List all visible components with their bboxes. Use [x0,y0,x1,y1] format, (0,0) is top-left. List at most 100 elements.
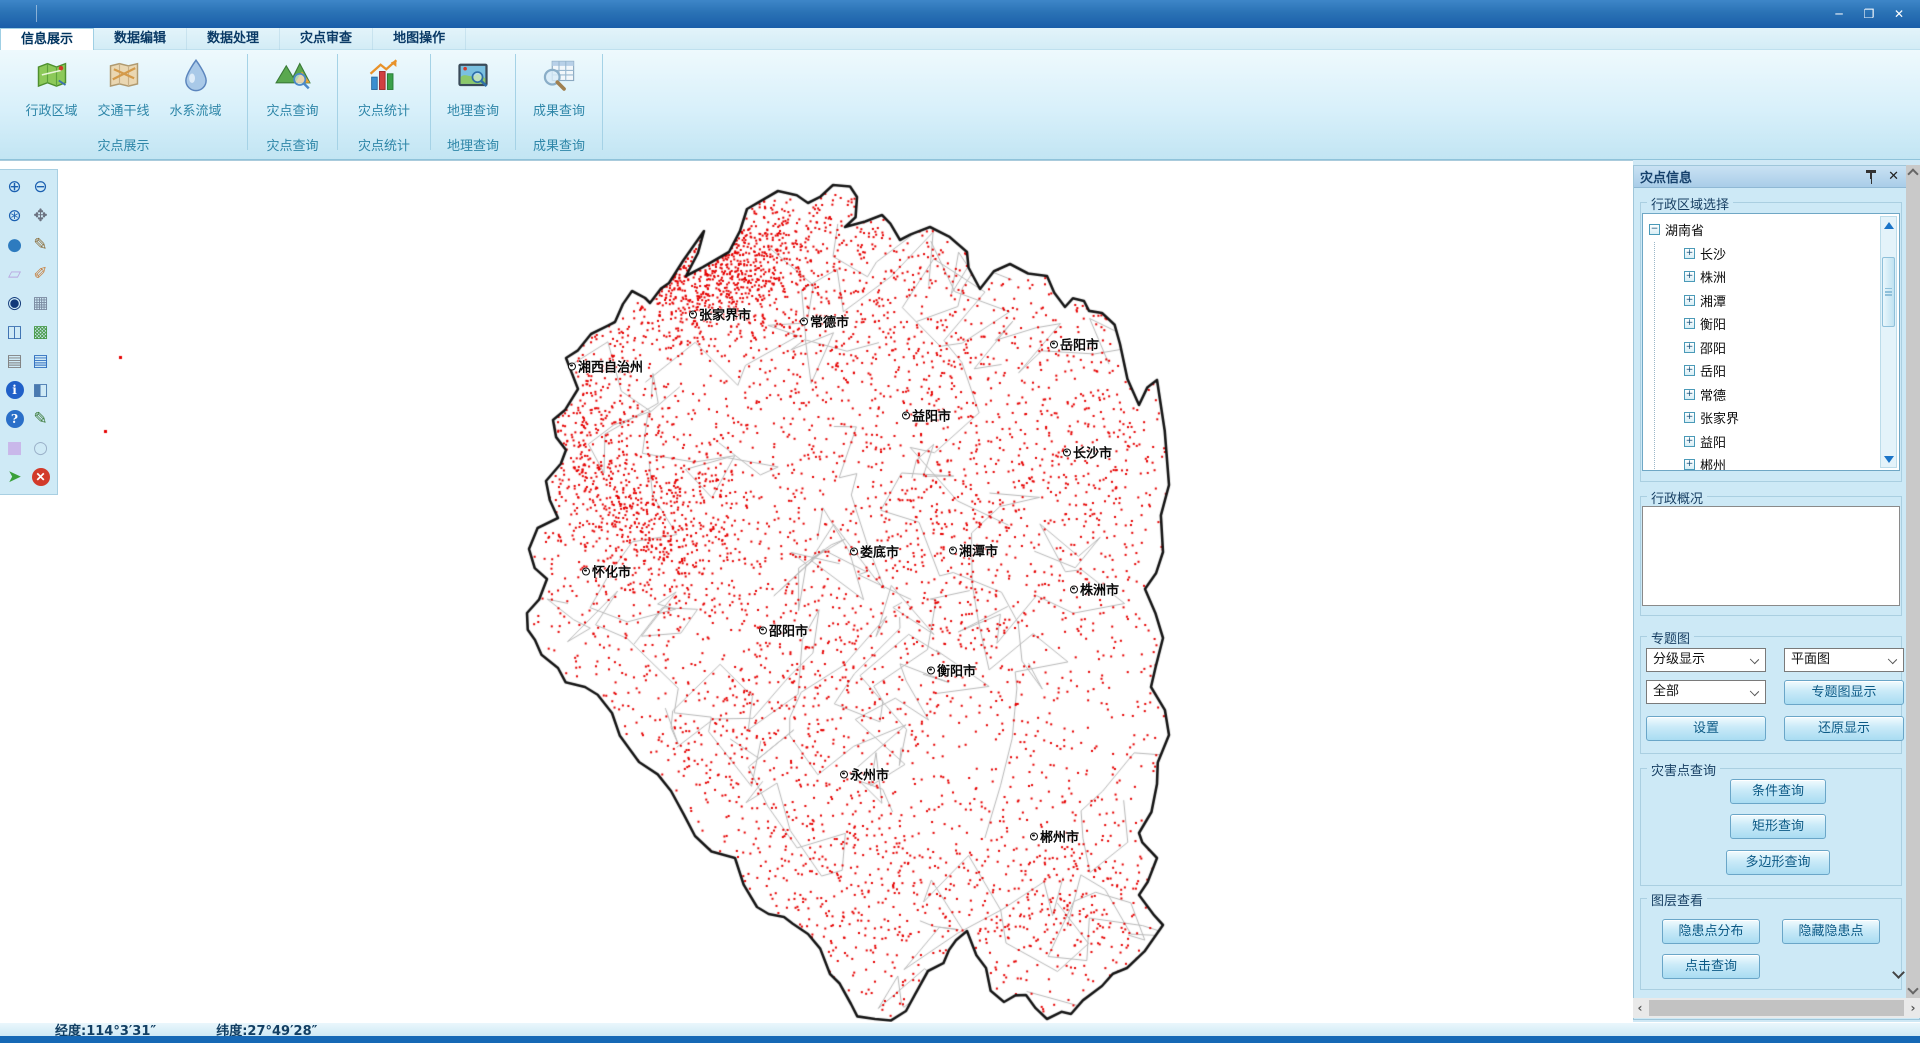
map-type-combobox[interactable]: 平面图 [1784,648,1904,672]
delete-icon[interactable]: ✕ [32,468,50,486]
globe-icon[interactable]: ● [4,234,26,256]
print-color-icon[interactable]: ▤ [30,350,52,372]
tree-node-city[interactable]: +邵阳 [1684,336,1877,360]
tree-expand-icon[interactable]: + [1684,389,1695,400]
title-bar: ─ ❐ ✕ [0,0,1920,28]
panel-vertical-scrollbar[interactable] [1906,165,1920,998]
close-button[interactable]: ✕ [1884,3,1914,25]
map-canvas[interactable] [0,161,1633,1022]
tree-expand-icon[interactable]: + [1684,459,1695,470]
tab-info-display[interactable]: 信息展示 [0,28,94,50]
tree-node-city[interactable]: +衡阳 [1684,312,1877,336]
tree-collapse-icon[interactable]: − [1649,224,1660,235]
polygon-icon[interactable]: ▱ [4,263,26,285]
tree-expand-icon[interactable]: + [1684,318,1695,329]
water-system-button[interactable]: 水系流域 [160,50,232,137]
panel-close-icon[interactable]: ✕ [1888,169,1899,184]
panel-horizontal-scrollbar[interactable]: ‹ › [1633,998,1920,1018]
disaster-point-query-label: 灾害点查询 [1647,760,1720,779]
rectangle-icon[interactable]: ■ [4,437,26,459]
chevron-down-icon [1888,655,1897,664]
tree-node-label: 湘潭 [1700,291,1726,310]
tree-node-city[interactable]: + 张家界 [1684,406,1877,430]
rectangle-query-button[interactable]: 矩形查询 [1730,814,1826,839]
ribbon-group-disaster-stats: 灾点统计 灾点统计 [338,50,430,159]
show-thematic-map-button[interactable]: 专题图显示 [1784,680,1904,705]
tab-map-operation[interactable]: 地图操作 [373,28,466,50]
ribbon-button-label: 地理查询 [447,100,499,119]
tree-expand-icon[interactable]: + [1684,365,1695,376]
click-query-button[interactable]: 点击查询 [1662,954,1760,979]
admin-overview-textarea[interactable] [1642,506,1900,606]
tree-node-root[interactable]: − 湖南省 [1649,218,1877,242]
tree-expand-icon[interactable]: + [1684,412,1695,423]
scroll-left-icon[interactable]: ‹ [1633,1001,1647,1015]
tree-scroll-down-icon[interactable] [1881,451,1896,467]
ribbon-group-caption: 灾点统计 [338,137,430,159]
tree-node-city[interactable]: + 湘潭 [1684,289,1877,313]
tree-node-city[interactable]: +郴州 [1684,453,1877,471]
brush-icon[interactable]: ✐ [30,263,52,285]
zoom-in-icon[interactable]: ⊕ [4,176,26,198]
table-magnifier-icon [539,56,579,96]
ribbon-group-disaster-display: 行政区域 交通干线 水系流域 灾点展示 [0,50,247,159]
display-mode-combobox[interactable]: 分级显示 [1646,648,1766,672]
scope-combobox[interactable]: 全部 [1646,680,1766,704]
pan-hand-icon[interactable]: ✥ [30,205,52,227]
scroll-right-icon[interactable]: › [1906,1001,1920,1015]
admin-overview-label: 行政概况 [1647,488,1707,507]
result-query-button[interactable]: 成果查询 [523,50,595,137]
layout-window-icon[interactable]: ◫ [4,321,26,343]
select-arrow-icon[interactable]: ➤ [4,466,26,488]
hazard-distribution-button[interactable]: 隐患点分布 [1662,919,1760,944]
ribbon-group-caption: 灾点展示 [0,137,247,159]
restore-display-button[interactable]: 还原显示 [1784,716,1904,741]
tree-node-city[interactable]: +长沙 [1684,242,1877,266]
minimize-button[interactable]: ─ [1824,3,1854,25]
tab-disaster-review[interactable]: 灾点审查 [280,28,373,50]
scroll-up-icon[interactable] [1907,168,1918,179]
maximize-button[interactable]: ❐ [1854,3,1884,25]
tree-node-city[interactable]: +益阳 [1684,430,1877,454]
settings-button[interactable]: 设置 [1646,716,1766,741]
measure-icon[interactable]: ✎ [30,234,52,256]
info-icon[interactable]: i [6,381,24,399]
tree-scrollbar-thumb[interactable] [1882,257,1895,327]
tab-data-process[interactable]: 数据处理 [187,28,280,50]
image-map-icon[interactable]: ▩ [30,321,52,343]
tab-data-edit[interactable]: 数据编辑 [94,28,187,50]
help-icon[interactable]: ? [6,410,24,428]
condition-query-button[interactable]: 条件查询 [1730,779,1826,804]
geo-query-button[interactable]: 地理查询 [437,50,509,137]
admin-region-button[interactable]: 行政区域 [16,50,88,137]
ribbon-group-geo-query: 地理查询 地理查询 [431,50,515,159]
tree-node-city[interactable]: +岳阳 [1684,359,1877,383]
tree-node-city[interactable]: +株洲 [1684,265,1877,289]
polygon-query-button[interactable]: 多边形查询 [1726,850,1830,875]
tree-expand-icon[interactable]: + [1684,295,1695,306]
zoom-out-icon[interactable]: ⊖ [30,176,52,198]
tree-node-label: 张家界 [1700,408,1739,427]
scroll-down-icon[interactable] [1907,983,1918,994]
grid-keyboard-icon[interactable]: ▦ [30,292,52,314]
ellipse-icon[interactable]: ○ [30,437,52,459]
tree-node-city[interactable]: +常德 [1684,383,1877,407]
tree-expand-icon[interactable]: + [1684,271,1695,282]
sketch-pencil-icon[interactable]: ✎ [30,408,52,430]
tree-expand-icon[interactable]: + [1684,342,1695,353]
disaster-query-button[interactable]: 灾点查询 [257,50,329,137]
eye-icon[interactable]: ◉ [4,292,26,314]
panel-window-icon[interactable]: ◧ [30,379,52,401]
zoom-extent-icon[interactable]: ⊛ [4,205,26,227]
hide-hazard-points-button[interactable]: 隐藏隐患点 [1782,919,1880,944]
tree-scrollbar[interactable] [1880,216,1897,468]
traffic-lines-button[interactable]: 交通干线 [88,50,160,137]
scrollbar-track[interactable] [1649,1000,1904,1016]
pin-icon[interactable] [1864,169,1878,185]
tree-expand-icon[interactable]: + [1684,248,1695,259]
tree-scroll-up-icon[interactable] [1881,217,1896,233]
tree-expand-icon[interactable]: + [1684,436,1695,447]
print-icon[interactable]: ▤ [4,350,26,372]
disaster-stats-button[interactable]: 灾点统计 [348,50,420,137]
chevron-down-icon [1750,655,1759,664]
